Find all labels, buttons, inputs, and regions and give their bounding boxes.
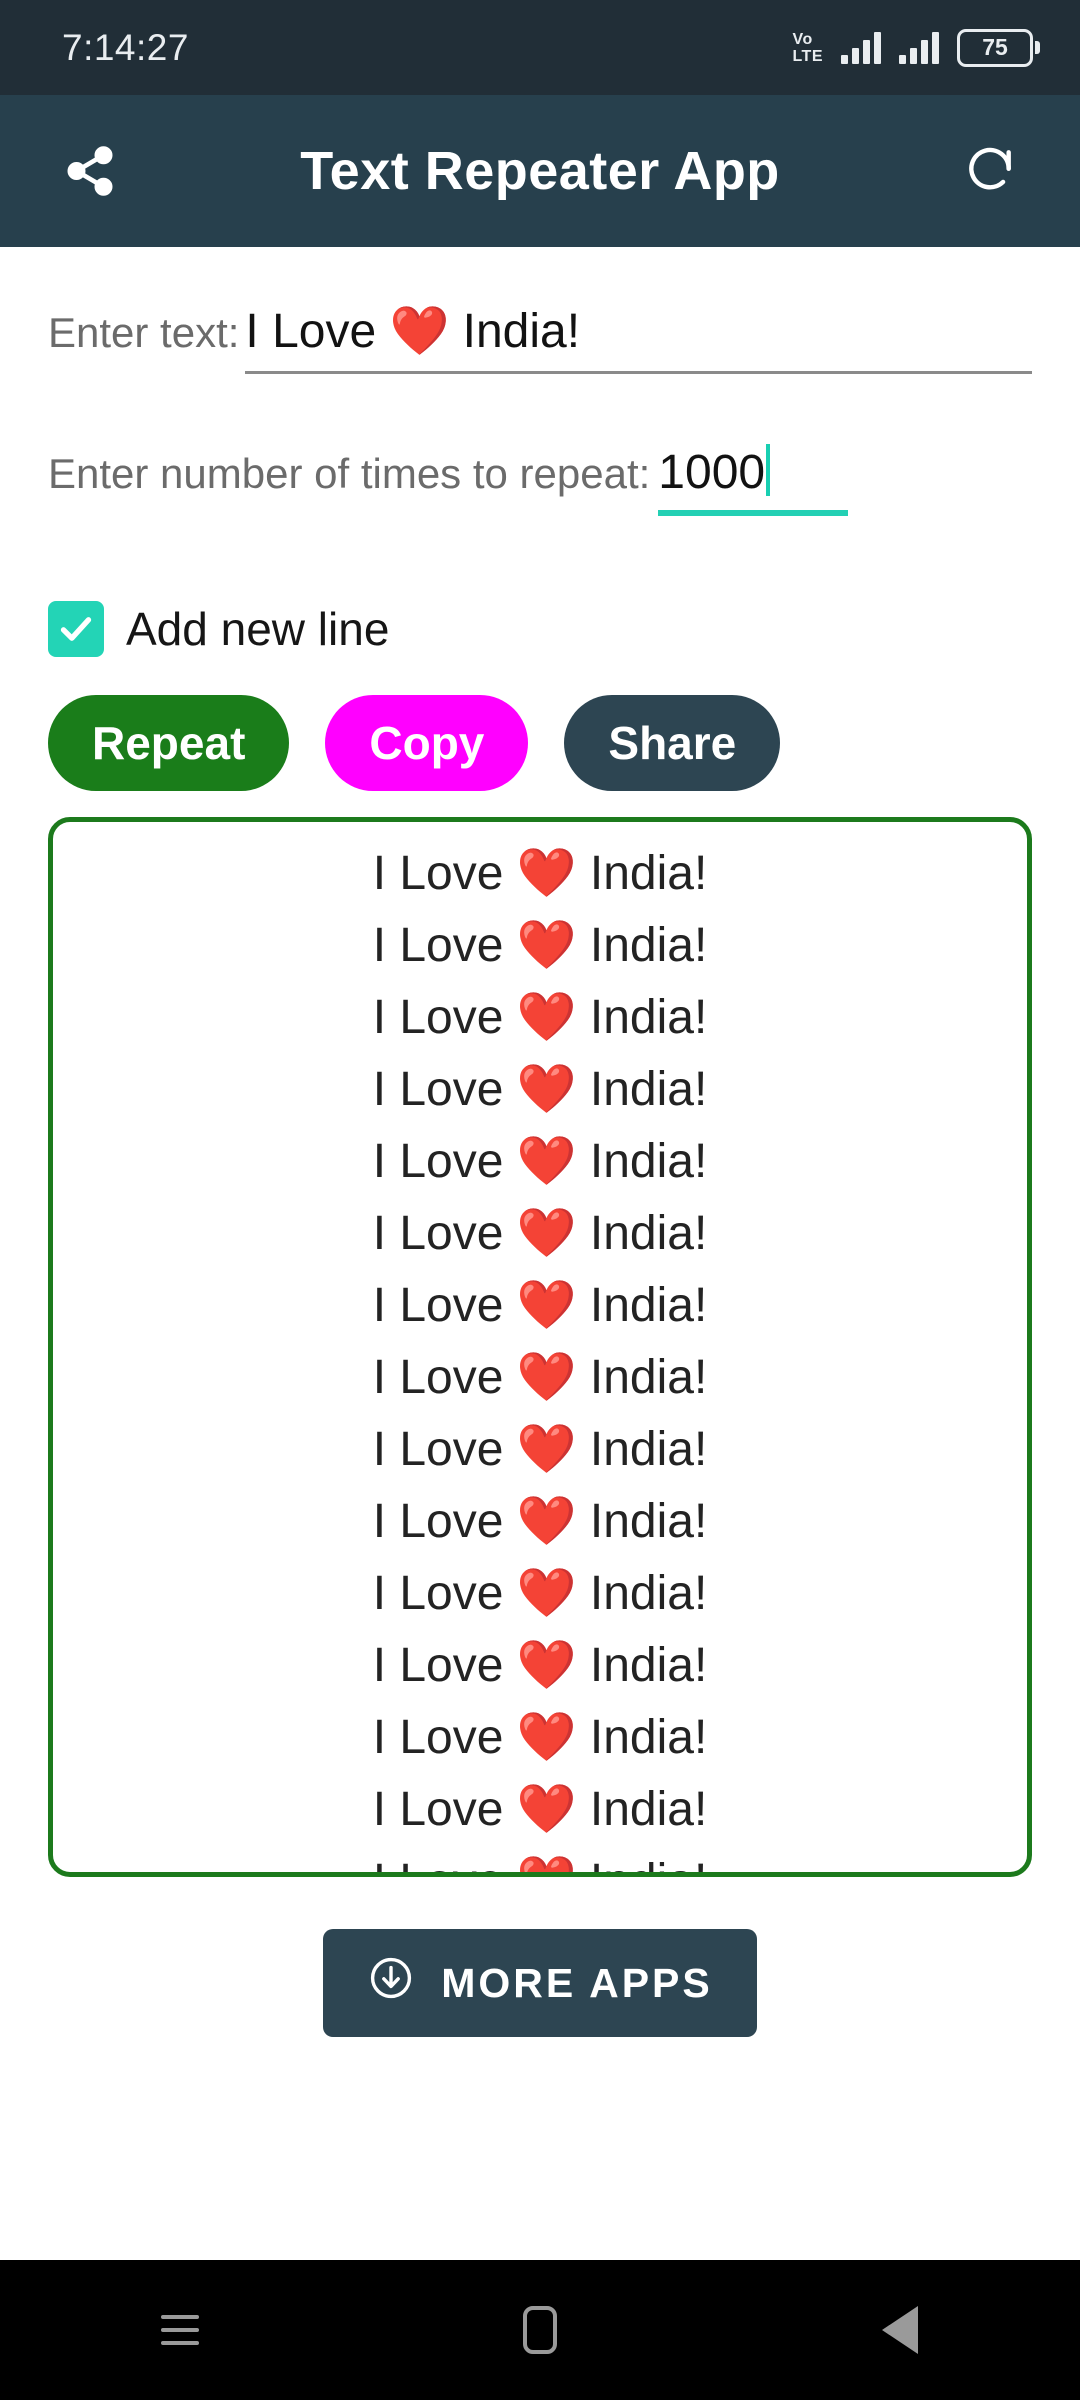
status-bar-clock: 7:14:27 bbox=[62, 26, 189, 68]
result-line: I Love ❤️ India! bbox=[372, 919, 708, 972]
result-line: I Love ❤️ India! bbox=[372, 1279, 708, 1332]
result-line: I Love ❤️ India! bbox=[372, 1207, 708, 1260]
download-circle-icon bbox=[367, 1954, 415, 2012]
result-line: I Love ❤️ India! bbox=[372, 1351, 708, 1404]
repeat-button[interactable]: Repeat bbox=[48, 695, 290, 791]
result-line: I Love ❤️ India! bbox=[372, 1063, 708, 1116]
battery-level-label: 75 bbox=[957, 28, 1033, 67]
status-bar: 7:14:27 Vo LTE 75 bbox=[0, 0, 1080, 95]
main-content: Enter text: I Love ❤️ India! Enter numbe… bbox=[0, 302, 1080, 2037]
result-line: I Love ❤️ India! bbox=[372, 991, 708, 1044]
home-icon bbox=[523, 2306, 557, 2354]
add-new-line-row[interactable]: Add new line bbox=[48, 601, 1032, 657]
back-button[interactable] bbox=[830, 2280, 970, 2380]
result-output-box[interactable]: I Love ❤️ India! I Love ❤️ India! I Love ❤… bbox=[48, 817, 1032, 1877]
home-button[interactable] bbox=[470, 2280, 610, 2380]
share-button[interactable]: Share bbox=[564, 695, 781, 791]
count-field-row: Enter number of times to repeat: 1000 bbox=[48, 444, 1032, 516]
add-new-line-checkbox[interactable] bbox=[48, 601, 104, 657]
result-line: I Love ❤️ India! bbox=[372, 1135, 708, 1188]
refresh-icon[interactable] bbox=[948, 129, 1032, 213]
text-input[interactable]: I Love ❤️ India! bbox=[245, 302, 1032, 374]
status-bar-icons: Vo LTE 75 bbox=[792, 28, 1040, 67]
result-line: I Love ❤️ India! bbox=[372, 1783, 708, 1836]
action-buttons: Repeat Copy Share bbox=[48, 695, 1032, 791]
back-icon bbox=[882, 2306, 918, 2354]
signal-bars-sim1-icon bbox=[841, 31, 881, 64]
android-nav-bar bbox=[0, 2260, 1080, 2400]
result-line: I Love ❤️ India! bbox=[372, 1423, 708, 1476]
result-line: I Love ❤️ India! bbox=[372, 1567, 708, 1620]
more-apps-label: MORE APPS bbox=[441, 1959, 713, 2006]
volte-icon: Vo LTE bbox=[792, 31, 823, 65]
signal-bars-sim2-icon bbox=[899, 31, 939, 64]
count-field-label: Enter number of times to repeat: bbox=[48, 450, 651, 497]
result-line: I Love ❤️ India! bbox=[372, 1495, 708, 1548]
recents-icon bbox=[161, 2306, 199, 2354]
count-input[interactable]: 1000 bbox=[658, 444, 849, 516]
text-field-label: Enter text: bbox=[48, 309, 240, 356]
phone-screen: 7:14:27 Vo LTE 75 Text Repeater App Ente… bbox=[0, 0, 1080, 2400]
battery-icon: 75 bbox=[957, 28, 1040, 67]
result-line: I Love ❤️ India! bbox=[53, 1846, 1027, 1872]
add-new-line-label: Add new line bbox=[126, 603, 390, 655]
result-line: I Love ❤️ India! bbox=[372, 847, 708, 900]
volte-label-bottom: LTE bbox=[792, 47, 823, 65]
result-line: I Love ❤️ India! bbox=[372, 1639, 708, 1692]
more-apps-row: MORE APPS bbox=[48, 1929, 1032, 2037]
share-icon[interactable] bbox=[48, 129, 132, 213]
count-input-value: 1000 bbox=[658, 446, 766, 499]
app-bar: Text Repeater App bbox=[0, 95, 1080, 247]
result-line: I Love ❤️ India! bbox=[372, 1711, 708, 1764]
copy-button[interactable]: Copy bbox=[325, 695, 529, 791]
text-caret bbox=[766, 444, 771, 496]
more-apps-button[interactable]: MORE APPS bbox=[323, 1929, 757, 2037]
page-title: Text Repeater App bbox=[300, 141, 780, 201]
volte-label-top: Vo bbox=[792, 30, 813, 48]
recents-button[interactable] bbox=[110, 2280, 250, 2380]
text-field-row: Enter text: I Love ❤️ India! bbox=[48, 302, 1032, 374]
battery-cap bbox=[1035, 41, 1040, 54]
